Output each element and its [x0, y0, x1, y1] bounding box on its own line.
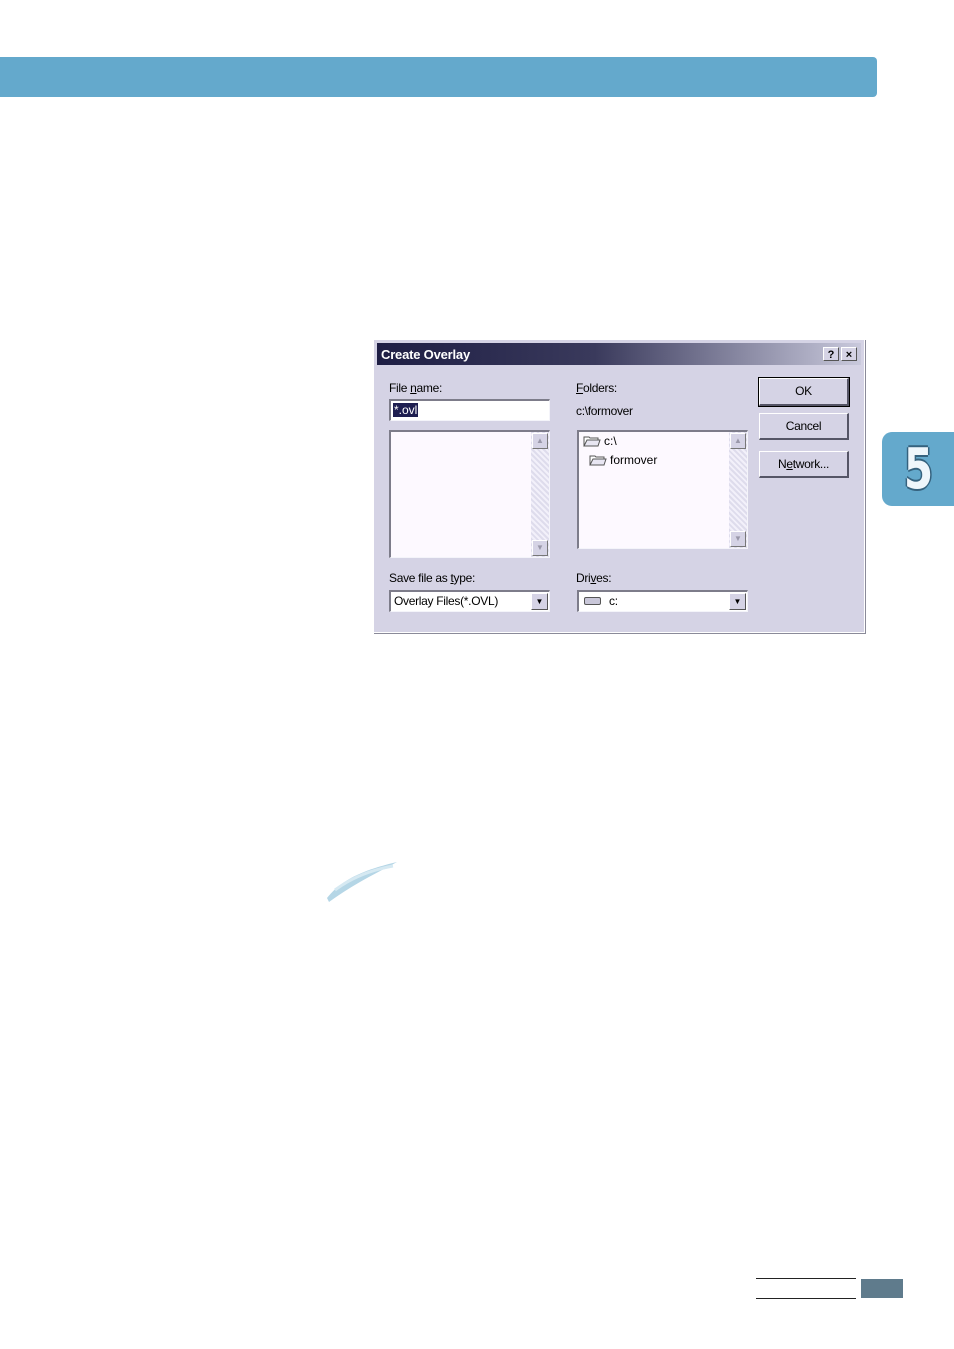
close-button[interactable]: ×: [841, 347, 857, 361]
file-list-scrollbar[interactable]: ▲ ▼: [531, 432, 549, 557]
save-type-value: Overlay Files(*.OVL): [394, 594, 499, 608]
save-type-select[interactable]: Overlay Files(*.OVL) ▼: [389, 590, 550, 612]
header-band: [0, 57, 877, 97]
create-overlay-dialog: Create Overlay ? × File name: *.ovl ▲ ▼ …: [373, 339, 865, 633]
save-type-label: Save file as type:: [389, 571, 475, 585]
hard-drive-icon: [584, 597, 601, 605]
folder-item-label: formover: [610, 453, 658, 467]
folder-item-root[interactable]: c:\: [583, 434, 617, 448]
scroll-down-icon[interactable]: ▼: [730, 531, 746, 547]
page-number-box: [861, 1279, 903, 1298]
footer-divider: [756, 1278, 856, 1279]
drive-value: c:: [609, 594, 618, 608]
folder-list[interactable]: c:\ formover ▲ ▼: [577, 430, 748, 549]
chapter-tab: 5: [882, 432, 954, 506]
cancel-button[interactable]: Cancel: [759, 413, 849, 440]
folder-item-formover[interactable]: formover: [589, 453, 657, 467]
chapter-number: 5: [903, 436, 933, 502]
folder-item-label: c:\: [604, 434, 617, 448]
drives-label: Drives:: [576, 571, 612, 585]
brush-stroke-icon: [327, 862, 397, 902]
file-name-input[interactable]: *.ovl: [389, 399, 550, 421]
scroll-down-icon[interactable]: ▼: [532, 540, 548, 556]
scroll-up-icon[interactable]: ▲: [730, 433, 746, 449]
file-name-value: *.ovl: [393, 403, 419, 417]
folders-label: Folders:: [576, 381, 617, 395]
drives-select[interactable]: c: ▼: [577, 590, 748, 612]
folder-list-scrollbar[interactable]: ▲ ▼: [729, 432, 747, 548]
current-folder-path: c:\formover: [576, 404, 633, 418]
open-folder-icon: [589, 455, 607, 466]
dialog-title: Create Overlay: [381, 347, 470, 362]
dropdown-arrow-icon[interactable]: ▼: [729, 593, 746, 610]
help-button[interactable]: ?: [823, 347, 839, 361]
ok-button[interactable]: OK: [758, 377, 850, 407]
scroll-up-icon[interactable]: ▲: [532, 433, 548, 449]
title-bar[interactable]: Create Overlay ? ×: [377, 343, 861, 365]
open-folder-icon: [583, 436, 601, 447]
file-list[interactable]: ▲ ▼: [389, 430, 550, 558]
dropdown-arrow-icon[interactable]: ▼: [531, 593, 548, 610]
footer-divider: [756, 1298, 856, 1299]
network-button[interactable]: Network...: [759, 451, 849, 478]
file-name-label: File name:: [389, 381, 443, 395]
